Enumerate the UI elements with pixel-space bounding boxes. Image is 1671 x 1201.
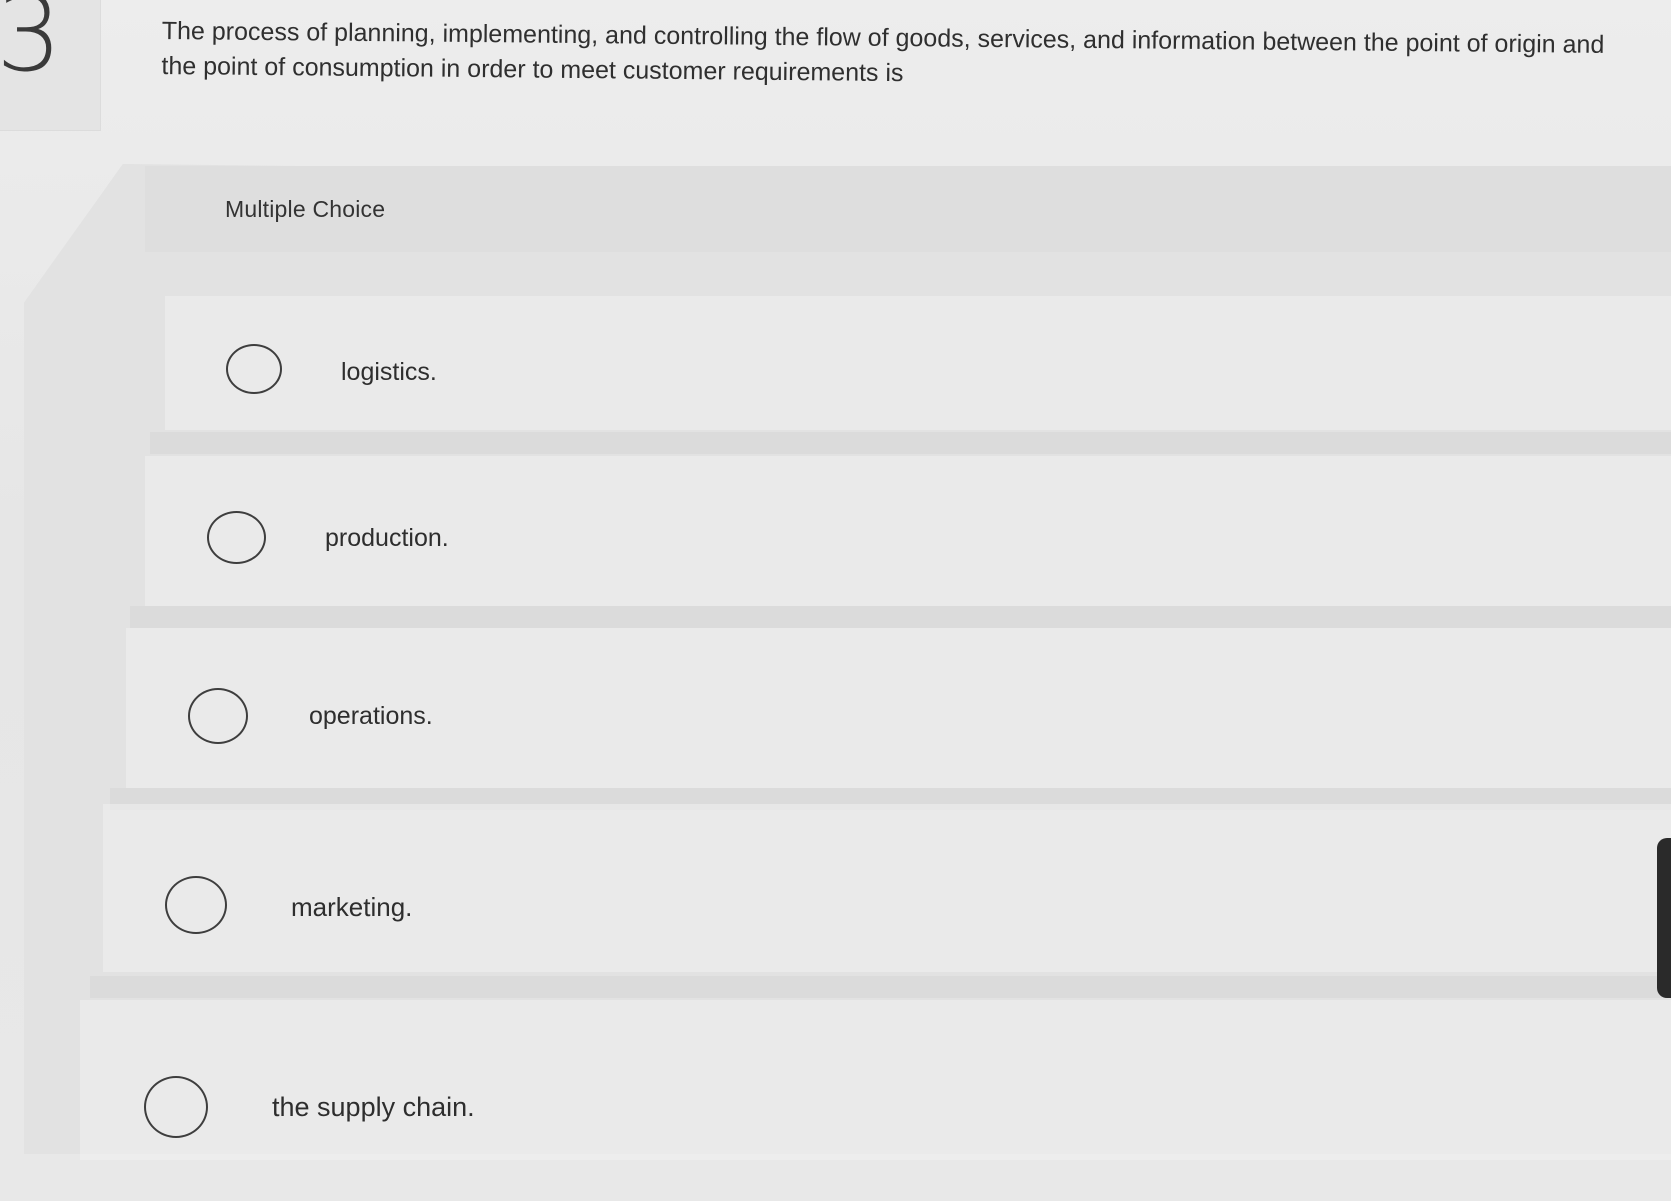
radio-button[interactable]: [226, 344, 282, 394]
answer-option-label[interactable]: operations.: [309, 702, 433, 731]
radio-button[interactable]: [207, 511, 266, 564]
answer-option-production[interactable]: production.: [145, 456, 1671, 606]
side-tab[interactable]: [1657, 838, 1671, 998]
multiple-choice-label: Multiple Choice: [225, 196, 386, 222]
question-text: The process of planning, implementing, a…: [161, 16, 1605, 88]
answer-option-label[interactable]: marketing.: [291, 892, 412, 923]
answer-option-logistics[interactable]: logistics.: [165, 296, 1671, 430]
answer-option-marketing[interactable]: marketing.: [103, 804, 1671, 972]
radio-button[interactable]: [144, 1076, 208, 1138]
quiz-page: 3 The process of planning, implementing,…: [0, 0, 1671, 1201]
radio-button[interactable]: [165, 876, 227, 934]
answer-option-supply-chain[interactable]: the supply chain.: [80, 1000, 1671, 1160]
divider: [130, 606, 1671, 628]
answer-option-label[interactable]: production.: [325, 524, 449, 553]
answer-option-label[interactable]: logistics.: [341, 358, 437, 387]
question-number-box: 3: [0, 0, 101, 131]
answer-option-operations[interactable]: operations.: [126, 628, 1671, 788]
divider: [90, 976, 1671, 998]
radio-button[interactable]: [188, 688, 248, 744]
question-number: 3: [0, 0, 63, 95]
answer-option-label[interactable]: the supply chain.: [272, 1092, 475, 1123]
divider: [150, 432, 1671, 454]
